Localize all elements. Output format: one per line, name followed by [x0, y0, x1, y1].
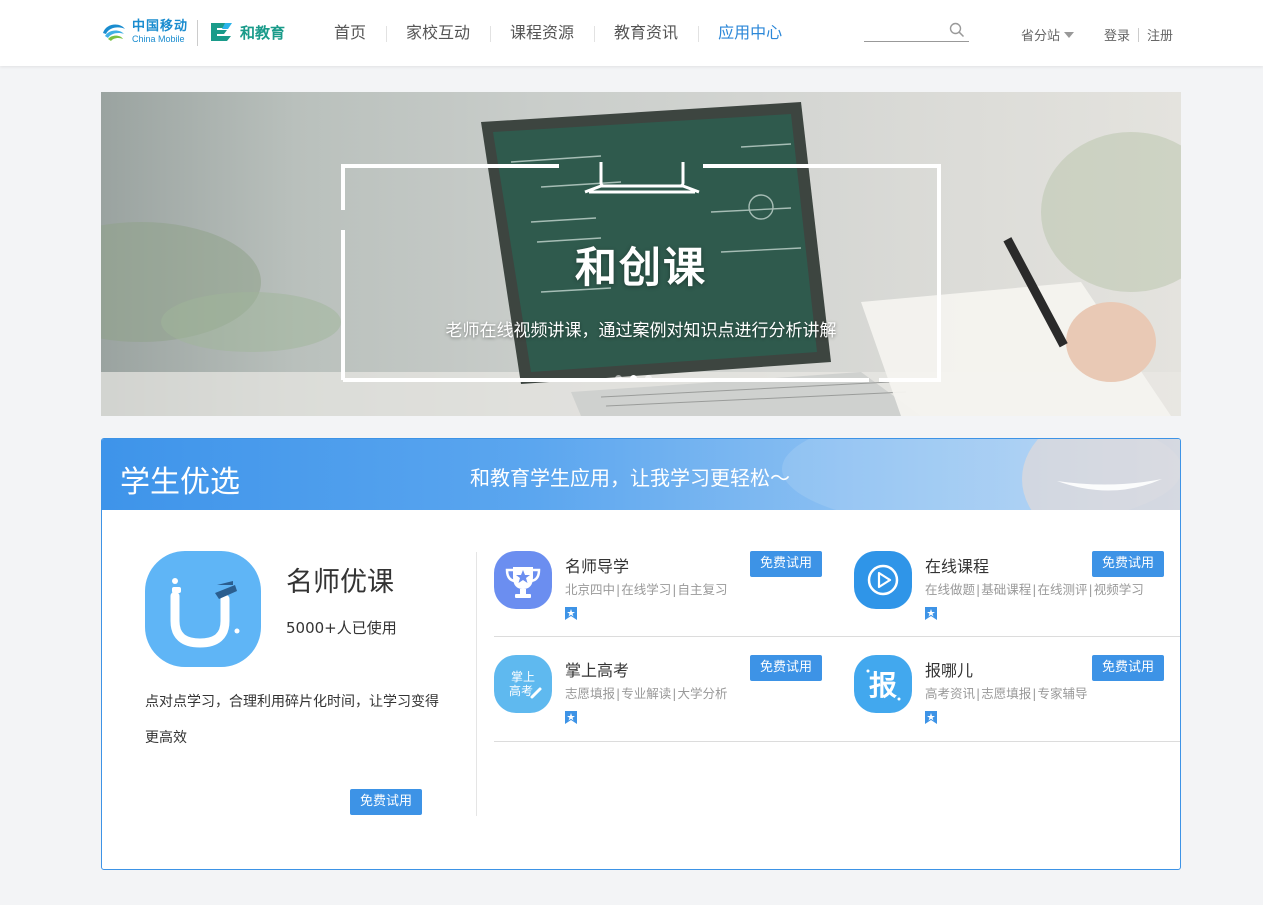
search-icon[interactable]	[949, 22, 965, 38]
row-divider	[494, 741, 1180, 742]
trial-button[interactable]: 免费试用	[750, 551, 822, 577]
carousel-dots	[615, 375, 660, 382]
hejiaoyu-logo[interactable]: 和教育	[207, 18, 285, 46]
nav-item-courses[interactable]: 课程资源	[490, 22, 594, 44]
baoner-icon: 报	[854, 655, 912, 713]
featured-app: 名师优课 5000+人已使用 点对点学习，合理利用碎片化时间，让学习变得更高效 …	[102, 510, 476, 869]
search-input[interactable]	[864, 24, 944, 42]
banner-title: 和创课	[574, 243, 707, 292]
student-picks-section: 学生优选 和教育学生应用，让我学习更轻松～ 名师优课 5000+人已使用 点对点…	[101, 438, 1181, 870]
section-slogan: 和教育学生应用，让我学习更轻松～	[470, 466, 790, 490]
province-label: 省分站	[1021, 29, 1061, 44]
app-tags: 在线做题|基础课程|在线测评|视频学习	[925, 582, 1144, 597]
app-tag: 在线测评	[1037, 582, 1088, 597]
trophy-icon	[494, 551, 552, 609]
auth-links: 登录 注册	[1104, 25, 1173, 44]
app-tag: 在线学习	[621, 582, 672, 597]
baoner-icon-text: 报	[869, 669, 897, 702]
app-tag: 高考资讯	[925, 686, 976, 701]
play-icon	[854, 551, 912, 609]
app-tags: 志愿填报|专业解读|大学分析	[565, 686, 728, 701]
featured-app-name[interactable]: 名师优课	[286, 560, 394, 599]
featured-app-users: 5000+人已使用	[286, 619, 397, 637]
caret-down-icon	[1064, 31, 1075, 38]
logo-divider	[197, 20, 198, 46]
section-title: 学生优选	[120, 465, 240, 500]
brand-name: 和教育	[240, 23, 286, 42]
nav-item-home-school[interactable]: 家校互动	[386, 22, 490, 44]
bookmark-icon	[565, 711, 577, 724]
section-header: 学生优选 和教育学生应用，让我学习更轻松～	[102, 439, 1180, 510]
app-tag: 自主复习	[677, 582, 728, 597]
nav-item-app-center[interactable]: 应用中心	[698, 22, 802, 44]
gaokao-icon-text-1: 掌上	[511, 670, 535, 684]
app-tag: 北京四中	[565, 582, 616, 597]
china-mobile-swirl-icon	[103, 24, 125, 41]
bookmark-icon	[565, 607, 577, 620]
logo-cn-text: 中国移动	[132, 19, 189, 34]
gaokao-icon-text-2: 高考	[509, 683, 533, 698]
logo-en-text: China Mobile	[132, 34, 185, 44]
app-tag: 专家辅导	[1037, 686, 1088, 701]
carousel-dot-2[interactable]	[630, 375, 637, 382]
auth-divider	[1138, 27, 1140, 42]
banner-subtitle: 老师在线视频讲课，通过案例对知识点进行分析讲解	[445, 321, 837, 341]
featured-app-description: 点对点学习，合理利用碎片化时间，让学习变得更高效	[145, 694, 439, 746]
bookmark-icon	[925, 607, 937, 620]
app-card-gaokao[interactable]: 掌上 高考 掌上高考 志愿填报|专业解读|大学分析 免费试用	[494, 655, 834, 755]
carousel-dot-3[interactable]	[645, 375, 652, 382]
featured-trial-button[interactable]: 免费试用	[350, 789, 422, 815]
gaokao-icon: 掌上 高考	[494, 655, 552, 713]
china-mobile-logo[interactable]: 中国移动 China Mobile	[100, 18, 188, 46]
app-tags: 高考资讯|志愿填报|专家辅导	[925, 686, 1088, 701]
trial-button[interactable]: 免费试用	[1092, 655, 1164, 681]
app-tag: 在线做题	[925, 582, 976, 597]
top-header: 中国移动 China Mobile 和教育 首页 家校互动 课程资源 教育资讯 …	[0, 0, 1263, 66]
bookmark-icon	[925, 711, 937, 724]
app-tag: 视频学习	[1093, 582, 1144, 597]
app-tag: 志愿填报	[981, 686, 1032, 701]
trial-button[interactable]: 免费试用	[1092, 551, 1164, 577]
trial-button[interactable]: 免费试用	[750, 655, 822, 681]
vertical-divider	[476, 552, 477, 816]
u-logo-icon[interactable]	[145, 551, 261, 667]
app-name: 在线课程	[925, 557, 990, 576]
app-tags: 北京四中|在线学习|自主复习	[565, 582, 728, 597]
app-name: 名师导学	[565, 557, 630, 576]
register-link[interactable]: 注册	[1147, 25, 1173, 44]
nav-item-home[interactable]: 首页	[314, 22, 386, 44]
carousel-dot-1[interactable]	[615, 375, 622, 382]
app-tag: 专业解读	[621, 686, 672, 701]
app-card-baoner[interactable]: 报 报哪儿 高考资讯|志愿填报|专家辅导 免费试用	[854, 655, 1180, 755]
hero-banner[interactable]: 和创课 老师在线视频讲课，通过案例对知识点进行分析讲解	[101, 92, 1181, 416]
hejiaoyu-e-icon	[211, 23, 232, 41]
search-box	[864, 22, 969, 42]
app-name: 掌上高考	[565, 661, 630, 680]
login-link[interactable]: 登录	[1104, 25, 1130, 44]
app-name: 报哪儿	[925, 661, 974, 680]
main-nav: 首页 家校互动 课程资源 教育资讯 应用中心	[314, 22, 802, 44]
app-tag: 基础课程	[981, 582, 1032, 597]
app-tag: 志愿填报	[565, 686, 616, 701]
app-tag: 大学分析	[677, 686, 728, 701]
nav-item-news[interactable]: 教育资讯	[594, 22, 698, 44]
row-divider	[494, 636, 1180, 637]
province-selector[interactable]: 省分站	[1021, 25, 1075, 44]
